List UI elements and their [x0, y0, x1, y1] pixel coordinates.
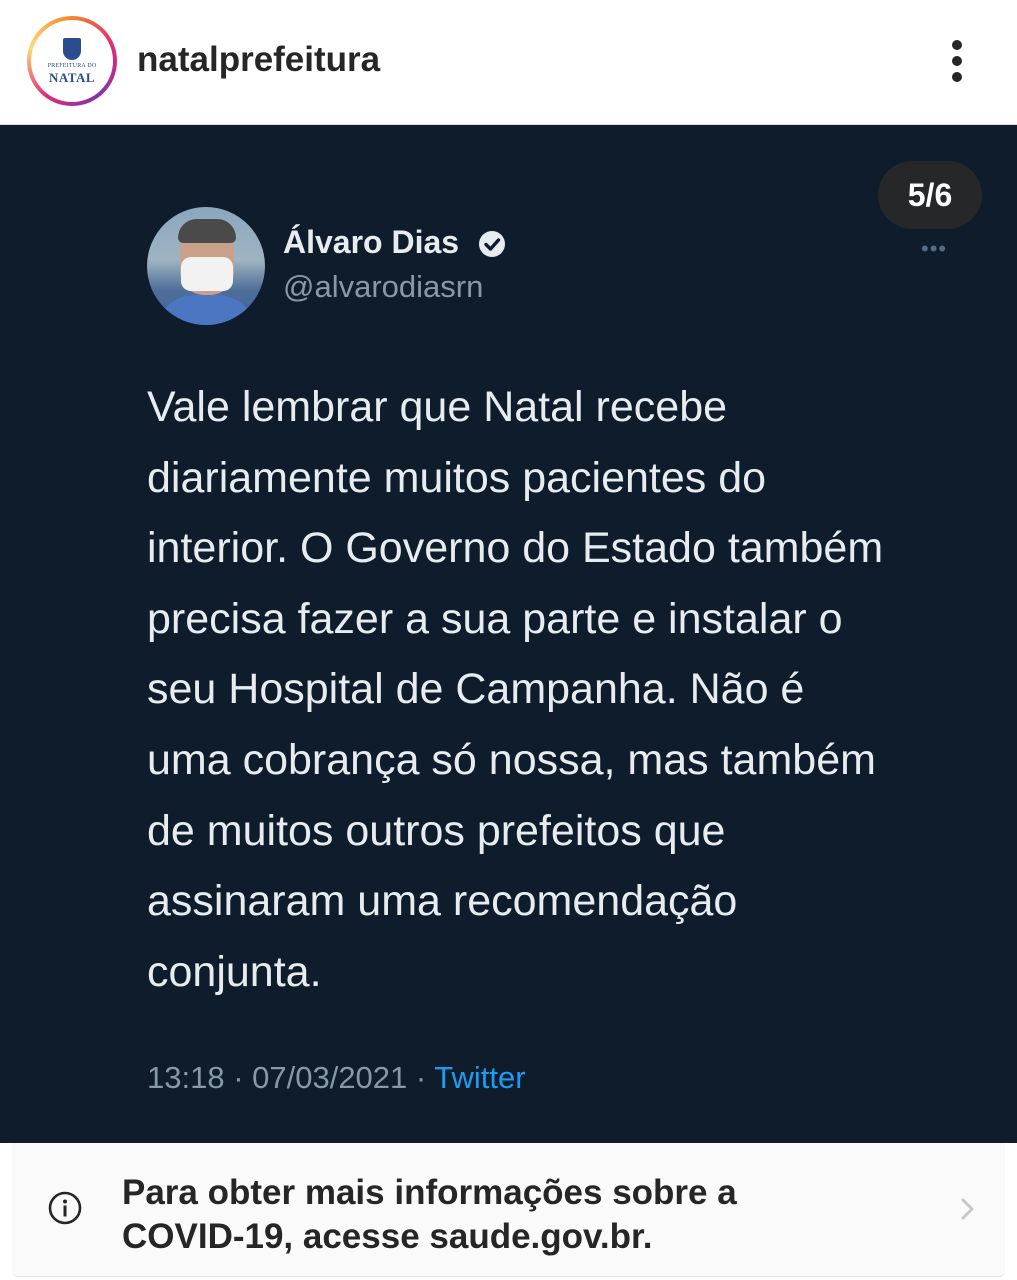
username-link[interactable]: natalprefeitura — [137, 40, 380, 80]
banner-box[interactable]: Para obter mais informações sobre a COVI… — [12, 1143, 1005, 1277]
natal-logo: PREFEITURA DO NATAL — [37, 26, 107, 96]
logo-small-text: PREFEITURA DO — [47, 63, 97, 69]
covid-info-banner[interactable]: Para obter mais informações sobre a COVI… — [0, 1143, 1017, 1280]
carousel-counter: 5/6 — [878, 161, 982, 229]
more-vertical-icon-dot — [952, 40, 962, 50]
avatar-shirt — [155, 295, 257, 325]
tweet-author-avatar — [147, 207, 265, 325]
more-options-button[interactable] — [937, 36, 977, 88]
more-vertical-icon-dot — [952, 56, 962, 66]
tweet-more-icon: ••• — [921, 236, 948, 261]
tweet-author-handle: @alvarodiasrn — [283, 269, 484, 304]
tweet-timestamp: 13:18 · 07/03/2021 · Twitter — [147, 1060, 526, 1096]
avatar-face-mask — [181, 257, 233, 291]
profile-avatar[interactable]: PREFEITURA DO NATAL — [27, 16, 117, 106]
tweet-source: Twitter — [434, 1060, 526, 1095]
coat-of-arms-icon — [63, 38, 81, 60]
tweet-text: Vale lembrar que Natal recebe diariament… — [147, 383, 884, 996]
avatar-hair — [178, 219, 236, 243]
info-icon — [48, 1191, 82, 1225]
tweet-time-date: 13:18 · 07/03/2021 · — [147, 1060, 435, 1095]
tweet-author-name: Álvaro Dias — [283, 224, 460, 260]
more-vertical-icon-dot — [952, 72, 962, 82]
avatar-inner-ring: PREFEITURA DO NATAL — [31, 20, 113, 102]
verified-badge-icon — [479, 231, 505, 257]
banner-text: Para obter mais informações sobre a COVI… — [122, 1173, 737, 1256]
chevron-right-icon — [961, 1198, 974, 1220]
post-header: PREFEITURA DO NATAL natalprefeitura — [0, 0, 1017, 125]
logo-big-text: NATAL — [48, 70, 96, 85]
